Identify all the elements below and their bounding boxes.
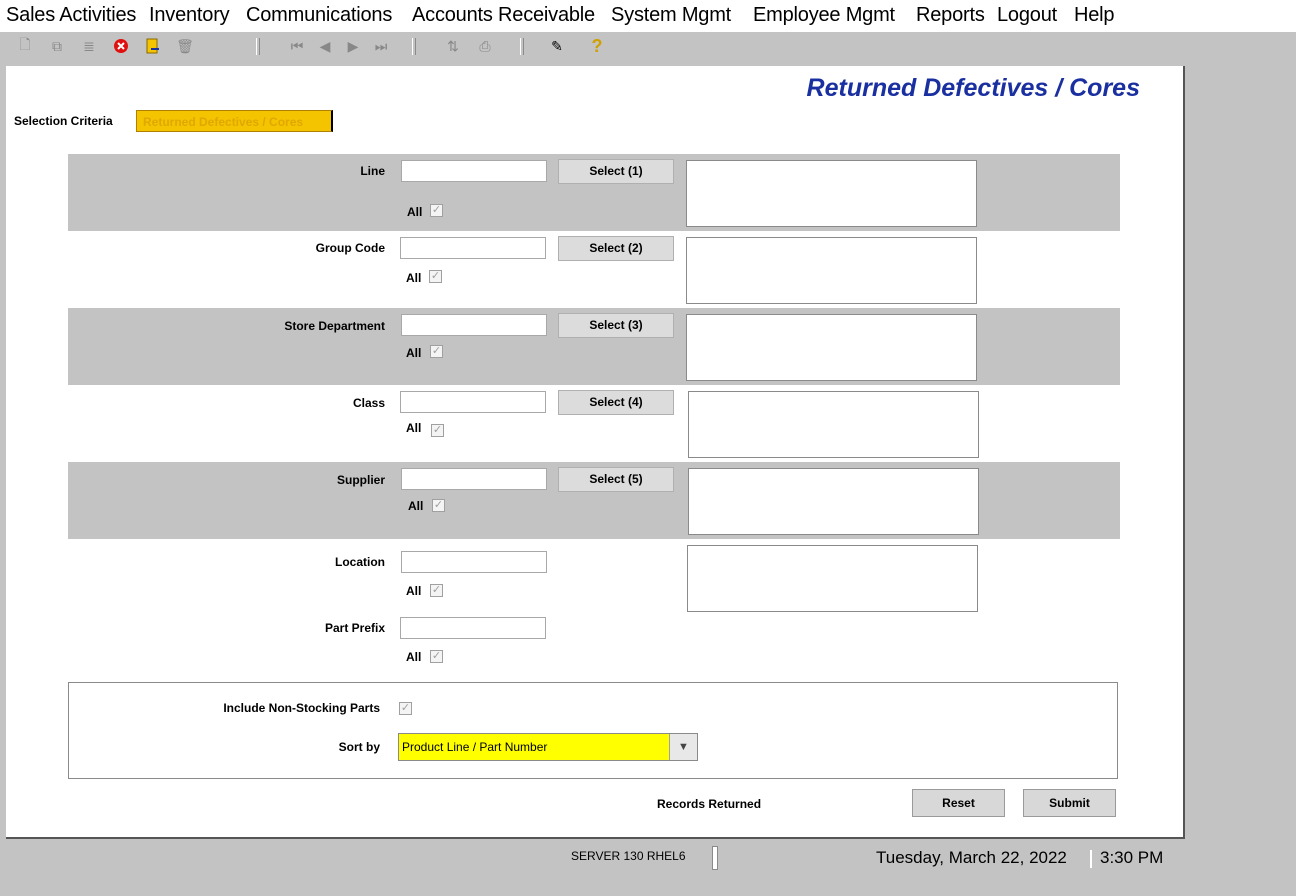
toolbar-separator	[412, 38, 416, 55]
supplier-all-label: All	[408, 499, 424, 513]
toolbar: 🗋 ⧉ ≣ 🗑 ⏮ ◀ ▶ ⏭ ⇅ ⎙ ✎ ?	[0, 32, 1296, 62]
page-title: Returned Defectives / Cores	[806, 74, 1140, 102]
class-all-label: All	[406, 421, 422, 435]
line-input[interactable]	[401, 160, 547, 182]
class-label: Class	[352, 396, 385, 410]
cancel-icon[interactable]	[112, 37, 130, 55]
group-code-label: Group Code	[315, 241, 385, 255]
toolbar-separator	[520, 38, 524, 55]
print-icon[interactable]: ⎙	[476, 37, 494, 55]
reset-button[interactable]: Reset	[912, 789, 1005, 817]
menu-reports[interactable]: Reports	[916, 4, 985, 27]
status-time: 3:30 PM	[1100, 848, 1164, 867]
class-all-checkbox[interactable]: ✓	[431, 424, 444, 437]
tab-selection-criteria[interactable]: Selection Criteria	[8, 110, 119, 132]
menu-help[interactable]: Help	[1074, 4, 1115, 27]
line-all-checkbox[interactable]: ✓	[430, 204, 443, 217]
toolbar-separator	[256, 38, 260, 55]
class-select-button[interactable]: Select (4)	[558, 390, 674, 415]
class-input[interactable]	[400, 391, 546, 413]
user-help-icon[interactable]: ✎	[548, 37, 566, 55]
supplier-all-checkbox[interactable]: ✓	[432, 499, 445, 512]
status-date: Tuesday, March 22, 2022	[876, 848, 1067, 867]
delete-icon[interactable]: 🗑	[176, 37, 194, 55]
menu-logout[interactable]: Logout	[997, 4, 1057, 27]
location-input[interactable]	[401, 551, 547, 573]
location-all-checkbox[interactable]: ✓	[430, 584, 443, 597]
supplier-input[interactable]	[401, 468, 547, 490]
menu-communications[interactable]: Communications	[246, 4, 392, 27]
sort-by-value: Product Line / Part Number	[402, 740, 548, 754]
group-code-all-label: All	[406, 271, 422, 285]
line-select-button[interactable]: Select (1)	[558, 159, 674, 184]
menu-inventory[interactable]: Inventory	[149, 4, 230, 27]
location-label: Location	[335, 555, 385, 569]
status-separator	[712, 846, 718, 870]
record-icon[interactable]: ≣	[80, 37, 98, 55]
sort-by-select[interactable]: Product Line / Part Number ▼	[398, 733, 698, 761]
prev-icon[interactable]: ◀	[316, 37, 334, 55]
store-department-label: Store Department	[284, 319, 385, 333]
chevron-down-icon[interactable]: ▼	[669, 734, 697, 760]
supplier-label: Supplier	[336, 473, 385, 487]
records-returned-label: Records Returned	[657, 797, 762, 811]
sort-icon[interactable]: ⇅	[444, 37, 462, 55]
store-department-all-label: All	[406, 346, 422, 360]
menu-system-mgmt[interactable]: System Mgmt	[611, 4, 731, 27]
supplier-select-button[interactable]: Select (5)	[558, 467, 674, 492]
server-label: SERVER 130 RHEL6	[571, 849, 686, 863]
part-prefix-all-label: All	[406, 650, 422, 664]
menu-sales-activities[interactable]: Sales Activities	[6, 4, 136, 27]
line-label: Line	[360, 164, 385, 178]
tab-returned-defectives[interactable]: Returned Defectives / Cores	[136, 110, 333, 132]
sort-by-label: Sort by	[338, 740, 380, 754]
next-icon[interactable]: ▶	[344, 37, 362, 55]
location-list[interactable]	[687, 545, 978, 612]
submit-button[interactable]: Submit	[1023, 789, 1116, 817]
supplier-list[interactable]	[688, 468, 979, 535]
menu-bar: Sales Activities Inventory Communication…	[0, 0, 1296, 32]
group-code-all-checkbox[interactable]: ✓	[429, 270, 442, 283]
line-list[interactable]	[686, 160, 977, 227]
store-department-list[interactable]	[686, 314, 977, 381]
part-prefix-input[interactable]	[400, 617, 546, 639]
menu-employee-mgmt[interactable]: Employee Mgmt	[753, 4, 895, 27]
line-all-label: All	[407, 205, 423, 219]
part-prefix-label: Part Prefix	[324, 621, 385, 635]
include-non-stocking-checkbox[interactable]: ✓	[399, 702, 412, 715]
location-all-label: All	[406, 584, 422, 598]
help-icon[interactable]: ?	[588, 36, 606, 56]
status-separator	[1090, 850, 1092, 868]
new-doc-icon[interactable]: 🗋	[16, 36, 34, 55]
group-code-list[interactable]	[686, 237, 977, 304]
store-department-all-checkbox[interactable]: ✓	[430, 345, 443, 358]
copy-icon[interactable]: ⧉	[48, 37, 66, 55]
first-icon[interactable]: ⏮	[288, 37, 306, 55]
menu-accounts-receivable[interactable]: Accounts Receivable	[412, 4, 595, 27]
include-non-stocking-label: Include Non-Stocking Parts	[223, 701, 380, 715]
group-code-select-button[interactable]: Select (2)	[558, 236, 674, 261]
store-department-input[interactable]	[401, 314, 547, 336]
options-box	[68, 682, 1118, 779]
part-prefix-all-checkbox[interactable]: ✓	[430, 650, 443, 663]
group-code-input[interactable]	[400, 237, 546, 259]
last-icon[interactable]: ⏭	[372, 37, 390, 55]
export-icon[interactable]	[144, 37, 162, 55]
store-department-select-button[interactable]: Select (3)	[558, 313, 674, 338]
class-list[interactable]	[688, 391, 979, 458]
